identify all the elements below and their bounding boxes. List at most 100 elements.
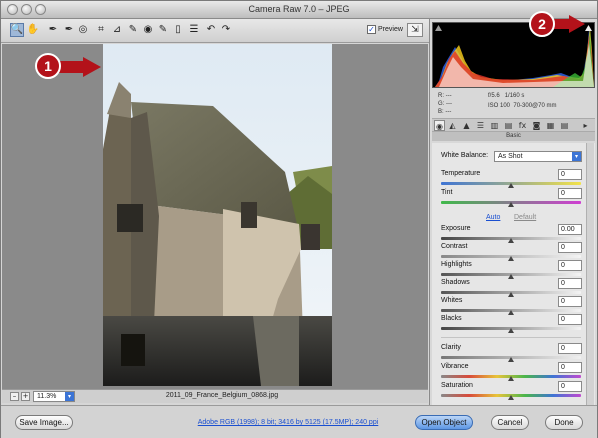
saturation-label: Saturation bbox=[441, 382, 473, 389]
highlights-field[interactable]: 0 bbox=[558, 260, 582, 271]
camera-readout: R: --- G: --- B: --- f/5.6 1/160 s ISO 1… bbox=[432, 89, 595, 119]
color-sampler-tool-icon[interactable]: ✒ bbox=[62, 23, 76, 37]
zoom-tool-icon[interactable]: 🔍 bbox=[10, 23, 24, 37]
chevron-down-icon: ▾ bbox=[65, 392, 74, 401]
workflow-options-link[interactable]: Adobe RGB (1998); 8 bit; 3416 by 5125 (1… bbox=[179, 419, 397, 426]
graduated-filter-icon[interactable]: ▯ bbox=[171, 23, 185, 37]
tool-bar: 🔍 ✋ ✒ ✒ ◎ ⌗ ⊿ ✎ ◉ ✎ ▯ ☰ ↶ ↷ ✓ Preview ⇲ bbox=[1, 19, 429, 43]
chevron-down-icon: ▾ bbox=[572, 152, 581, 161]
highlights-slider-thumb[interactable] bbox=[508, 274, 514, 279]
panel-scrollbar[interactable] bbox=[586, 143, 594, 405]
tint-slider-thumb[interactable] bbox=[508, 202, 514, 207]
tab-hsl-icon[interactable]: ☰ bbox=[475, 120, 486, 131]
lens-value: 70-300@70 mm bbox=[513, 103, 557, 109]
fullscreen-toggle-icon[interactable]: ⇲ bbox=[407, 23, 423, 37]
clarity-slider-thumb[interactable] bbox=[508, 357, 514, 362]
white-balance-select[interactable]: As Shot ▾ bbox=[494, 151, 582, 162]
camera-raw-window: Camera Raw 7.0 – JPEG 🔍 ✋ ✒ ✒ ◎ ⌗ ⊿ ✎ ◉ … bbox=[0, 0, 598, 438]
hand-tool-icon[interactable]: ✋ bbox=[26, 23, 40, 37]
zoom-out-button[interactable]: – bbox=[10, 392, 19, 401]
callout-1-badge: 1 bbox=[35, 53, 61, 79]
photo-preview bbox=[103, 44, 332, 386]
shadow-clipping-warning-icon[interactable] bbox=[435, 25, 442, 31]
adjustment-brush-icon[interactable]: ✎ bbox=[156, 23, 170, 37]
done-button[interactable]: Done bbox=[545, 415, 583, 430]
default-link[interactable]: Default bbox=[514, 214, 536, 221]
preview-toggle[interactable]: ✓ Preview bbox=[367, 25, 403, 34]
rotate-ccw-icon[interactable]: ↶ bbox=[204, 23, 218, 37]
spot-removal-tool-icon[interactable]: ✎ bbox=[126, 23, 140, 37]
blacks-slider-thumb[interactable] bbox=[508, 328, 514, 333]
blacks-field[interactable]: 0 bbox=[558, 314, 582, 325]
white-balance-tool-icon[interactable]: ✒ bbox=[46, 23, 60, 37]
temperature-slider-thumb[interactable] bbox=[508, 183, 514, 188]
crop-tool-icon[interactable]: ⌗ bbox=[94, 23, 108, 37]
filename-label: 2011_09_France_Belgium_0868.jpg bbox=[165, 392, 279, 399]
exposure-field[interactable]: 0.00 bbox=[558, 224, 582, 235]
red-value: R: --- bbox=[438, 93, 452, 99]
tab-camera-calibration-icon[interactable]: ◙ bbox=[531, 120, 542, 131]
tab-presets-icon[interactable]: ▦ bbox=[545, 120, 556, 131]
rotate-cw-icon[interactable]: ↷ bbox=[219, 23, 233, 37]
straighten-tool-icon[interactable]: ⊿ bbox=[110, 23, 124, 37]
tab-lens-corrections-icon[interactable]: ▤ bbox=[503, 120, 514, 131]
preview-checkbox[interactable]: ✓ bbox=[367, 25, 376, 34]
contrast-slider-thumb[interactable] bbox=[508, 256, 514, 261]
zoom-level-value: 11.3% bbox=[37, 393, 57, 400]
whites-label: Whites bbox=[441, 297, 463, 304]
adjustment-panel-column: R: --- G: --- B: --- f/5.6 1/160 s ISO 1… bbox=[429, 19, 597, 405]
iso-value: ISO 100 bbox=[488, 103, 511, 109]
blue-value: B: --- bbox=[438, 109, 452, 115]
whites-slider-thumb[interactable] bbox=[508, 310, 514, 315]
tab-basic-icon[interactable]: ◉ bbox=[434, 120, 445, 131]
exif-info: f/5.6 1/160 s ISO 100 70-300@70 mm bbox=[488, 91, 556, 111]
tab-split-toning-icon[interactable]: ▥ bbox=[489, 120, 500, 131]
panel-section-title: Basic bbox=[432, 132, 595, 141]
preferences-icon[interactable]: ☰ bbox=[187, 23, 201, 37]
target-adjustment-tool-icon[interactable]: ◎ bbox=[76, 23, 90, 37]
zoom-status-bar: – + 11.3% ▾ 2011_09_France_Belgium_0868.… bbox=[2, 389, 428, 403]
zoom-in-button[interactable]: + bbox=[21, 392, 30, 401]
clarity-field[interactable]: 0 bbox=[558, 343, 582, 354]
whites-field[interactable]: 0 bbox=[558, 296, 582, 307]
exposure-label: Exposure bbox=[441, 225, 471, 232]
panel-menu-icon[interactable]: ▸ bbox=[580, 120, 591, 131]
white-balance-value: As Shot bbox=[498, 153, 523, 160]
clarity-label: Clarity bbox=[441, 344, 461, 351]
shadows-field[interactable]: 0 bbox=[558, 278, 582, 289]
saturation-field[interactable]: 0 bbox=[558, 381, 582, 392]
vibrance-label: Vibrance bbox=[441, 363, 469, 370]
tab-snapshots-icon[interactable]: ▤ bbox=[559, 120, 570, 131]
window-title: Camera Raw 7.0 – JPEG bbox=[248, 4, 350, 14]
auto-link[interactable]: Auto bbox=[486, 214, 500, 221]
white-balance-label: White Balance: bbox=[441, 152, 489, 159]
open-object-button[interactable]: Open Object bbox=[415, 415, 473, 430]
shadows-label: Shadows bbox=[441, 279, 470, 286]
tab-tone-curve-icon[interactable]: ◭ bbox=[447, 120, 458, 131]
panel-tab-strip: ◉ ◭ ▲ ☰ ▥ ▤ fx ◙ ▦ ▤ ▸ bbox=[432, 118, 595, 132]
red-eye-tool-icon[interactable]: ◉ bbox=[141, 23, 155, 37]
contrast-field[interactable]: 0 bbox=[558, 242, 582, 253]
blacks-label: Blacks bbox=[441, 315, 462, 322]
preview-label: Preview bbox=[378, 26, 403, 33]
rgb-values: R: --- G: --- B: --- bbox=[438, 92, 452, 116]
temperature-field[interactable]: 0 bbox=[558, 169, 582, 180]
vibrance-slider-thumb[interactable] bbox=[508, 376, 514, 381]
highlight-clipping-warning-icon[interactable] bbox=[585, 25, 592, 31]
contrast-label: Contrast bbox=[441, 243, 468, 250]
exposure-slider-thumb[interactable] bbox=[508, 238, 514, 243]
tab-effects-icon[interactable]: fx bbox=[517, 120, 528, 131]
image-preview-area[interactable] bbox=[2, 44, 428, 389]
zoom-level-select[interactable]: 11.3% ▾ bbox=[33, 391, 75, 402]
temperature-label: Temperature bbox=[441, 170, 481, 177]
tint-field[interactable]: 0 bbox=[558, 188, 582, 199]
saturation-slider-thumb[interactable] bbox=[508, 395, 514, 400]
tab-detail-icon[interactable]: ▲ bbox=[461, 120, 472, 131]
basic-panel: White Balance: As Shot ▾ Temperature 0 T… bbox=[432, 143, 595, 405]
green-value: G: --- bbox=[438, 101, 452, 107]
shutter-value: 1/160 s bbox=[504, 93, 525, 99]
shadows-slider-thumb[interactable] bbox=[508, 292, 514, 297]
save-image-button[interactable]: Save Image... bbox=[15, 415, 73, 430]
vibrance-field[interactable]: 0 bbox=[558, 362, 582, 373]
cancel-button[interactable]: Cancel bbox=[491, 415, 529, 430]
